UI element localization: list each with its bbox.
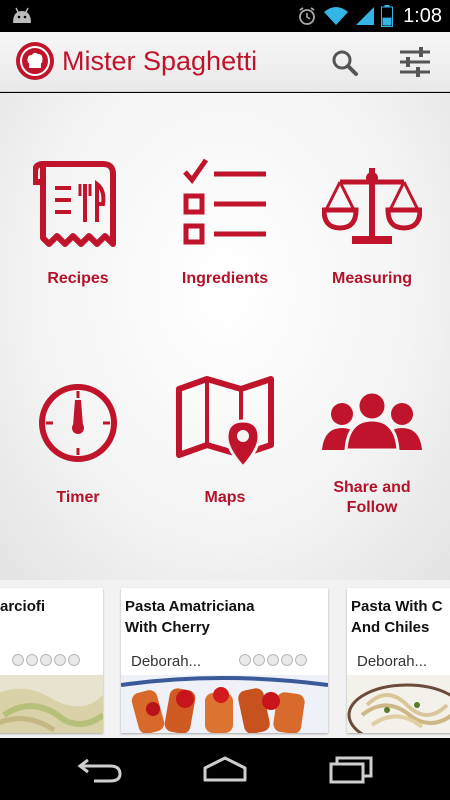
rating-star	[267, 654, 279, 666]
menu-label-maps: Maps	[204, 489, 246, 506]
signal-icon	[356, 7, 375, 25]
menu-share-follow[interactable]: Share and Follow	[297, 388, 447, 518]
status-clock: 1:08	[403, 4, 442, 27]
status-bar: 1:08	[0, 0, 450, 32]
battery-icon	[381, 5, 394, 27]
sliders-icon[interactable]	[396, 44, 434, 80]
rating-star	[239, 654, 251, 666]
recipe-card[interactable]: arciofi	[0, 588, 103, 733]
recipe-card[interactable]: Pasta Amatriciana With Cherry Deborah...	[121, 588, 328, 733]
rating-star	[295, 654, 307, 666]
menu-label-ingredients: Ingredients	[181, 270, 269, 287]
menu-timer[interactable]: Timer	[3, 378, 153, 508]
people-group-icon	[322, 390, 422, 452]
recipe-author: Deborah...	[131, 653, 202, 670]
rating-star	[26, 654, 38, 666]
recipe-title: arciofi	[0, 598, 46, 615]
timer-icon	[39, 384, 117, 462]
recipe-carousel[interactable]: arciofi Pasta Amatriciana With Cherry De…	[0, 580, 450, 738]
menu-measuring[interactable]: Measuring	[297, 156, 447, 289]
recipe-receipt-icon	[33, 161, 116, 247]
home-icon[interactable]	[201, 754, 249, 784]
app-title: Mister Spaghetti	[62, 46, 258, 76]
checklist-icon	[183, 158, 266, 245]
map-pin-icon	[176, 376, 274, 468]
back-icon[interactable]	[76, 754, 124, 784]
search-icon[interactable]	[328, 46, 362, 80]
app-logo-icon[interactable]	[16, 42, 54, 80]
wifi-icon	[324, 7, 349, 25]
action-bar: Mister Spaghetti	[0, 32, 450, 92]
android-icon	[13, 7, 31, 23]
rating-star	[40, 654, 52, 666]
recipe-photo	[121, 675, 328, 733]
rating-star	[54, 654, 66, 666]
rating-star	[68, 654, 80, 666]
scale-icon	[322, 168, 422, 244]
recipe-card[interactable]: Pasta With C And Chiles Deborah...	[347, 588, 450, 733]
recipe-photo	[347, 675, 450, 733]
recipe-title: Pasta With C And Chiles	[351, 598, 443, 636]
rating-star	[281, 654, 293, 666]
recent-apps-icon[interactable]	[327, 754, 375, 784]
rating-stars	[239, 654, 307, 666]
menu-label-recipes: Recipes	[47, 270, 109, 287]
menu-ingredients[interactable]: Ingredients	[150, 156, 300, 289]
menu-label-measuring: Measuring	[331, 270, 412, 287]
menu-label-share-follow: Share and Follow	[333, 479, 411, 516]
alarm-icon	[299, 7, 315, 25]
main-menu: Recipes Ingredients Measuring Timer Maps…	[0, 93, 450, 580]
recipe-photo	[0, 675, 103, 733]
menu-recipes[interactable]: Recipes	[3, 156, 153, 289]
rating-star	[253, 654, 265, 666]
recipe-author: Deborah...	[357, 653, 428, 670]
menu-maps[interactable]: Maps	[150, 373, 300, 508]
recipe-title: Pasta Amatriciana With Cherry	[125, 598, 255, 636]
rating-stars	[12, 654, 80, 666]
rating-star	[12, 654, 24, 666]
navigation-bar	[0, 738, 450, 800]
menu-label-timer: Timer	[56, 489, 100, 506]
